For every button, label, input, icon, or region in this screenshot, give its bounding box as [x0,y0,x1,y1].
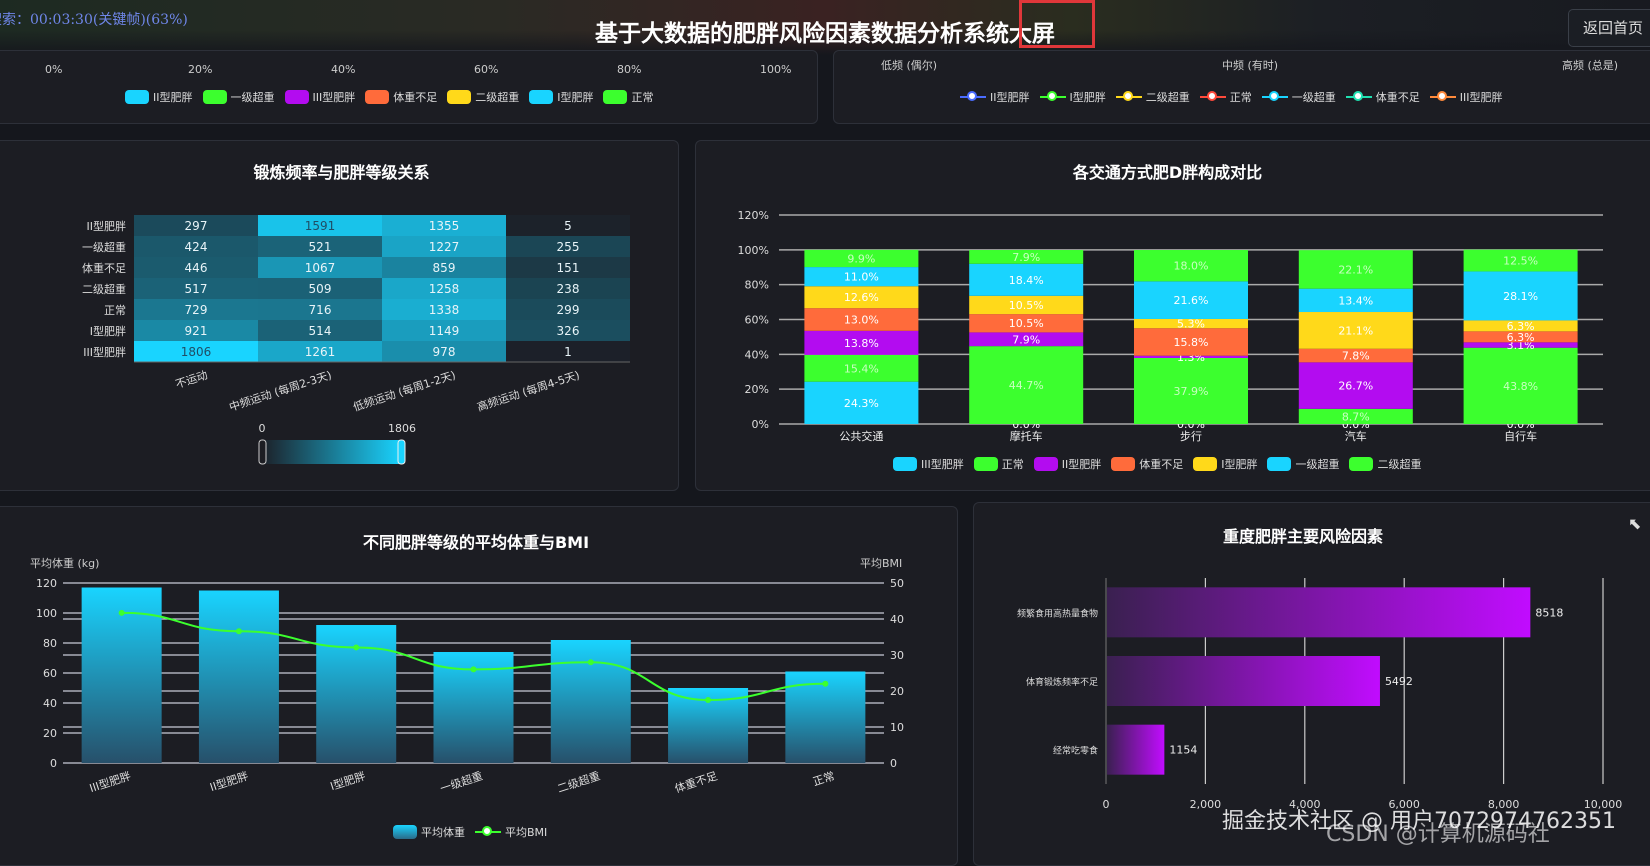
x-tick-label: 2,000 [1190,798,1222,811]
axis-tick: 中频 (有时) [1222,59,1279,72]
axis-tick: 高频 (总是) [1562,59,1619,72]
axis-tick: 40% [331,63,356,76]
bar-value-label: 8518 [1535,606,1563,619]
x-tick-label: 0 [1103,798,1110,811]
axis-tick: 低频 (偶尔) [881,59,938,72]
mouse-cursor-icon: ⬉ [1628,514,1642,533]
watermark-csdn: CSDN @计算机源码社 [1326,822,1550,847]
y-tick-label: 频繁食用高热量食物 [1017,607,1098,619]
bar-value-label: 5492 [1385,675,1413,688]
axis-tick: 60% [474,63,499,76]
risk-bar [1107,724,1165,775]
y-tick-label: 经常吃零食 [1053,745,1098,757]
axis-tick: 20% [188,63,213,76]
axis-tick: 80% [617,63,642,76]
risk-bar [1107,656,1380,706]
bar-value-label: 1154 [1169,744,1197,757]
y-tick-label: 体育锻炼频率不足 [1026,676,1098,688]
axis-tick: 100% [760,63,792,76]
risk-factor-chart: 0 2,000 4,000 6,000 8,000 10,000频繁食用高热量食物 8518… [1017,578,1622,811]
axis-tick: 0% [45,63,63,76]
risk-bar [1107,587,1531,638]
